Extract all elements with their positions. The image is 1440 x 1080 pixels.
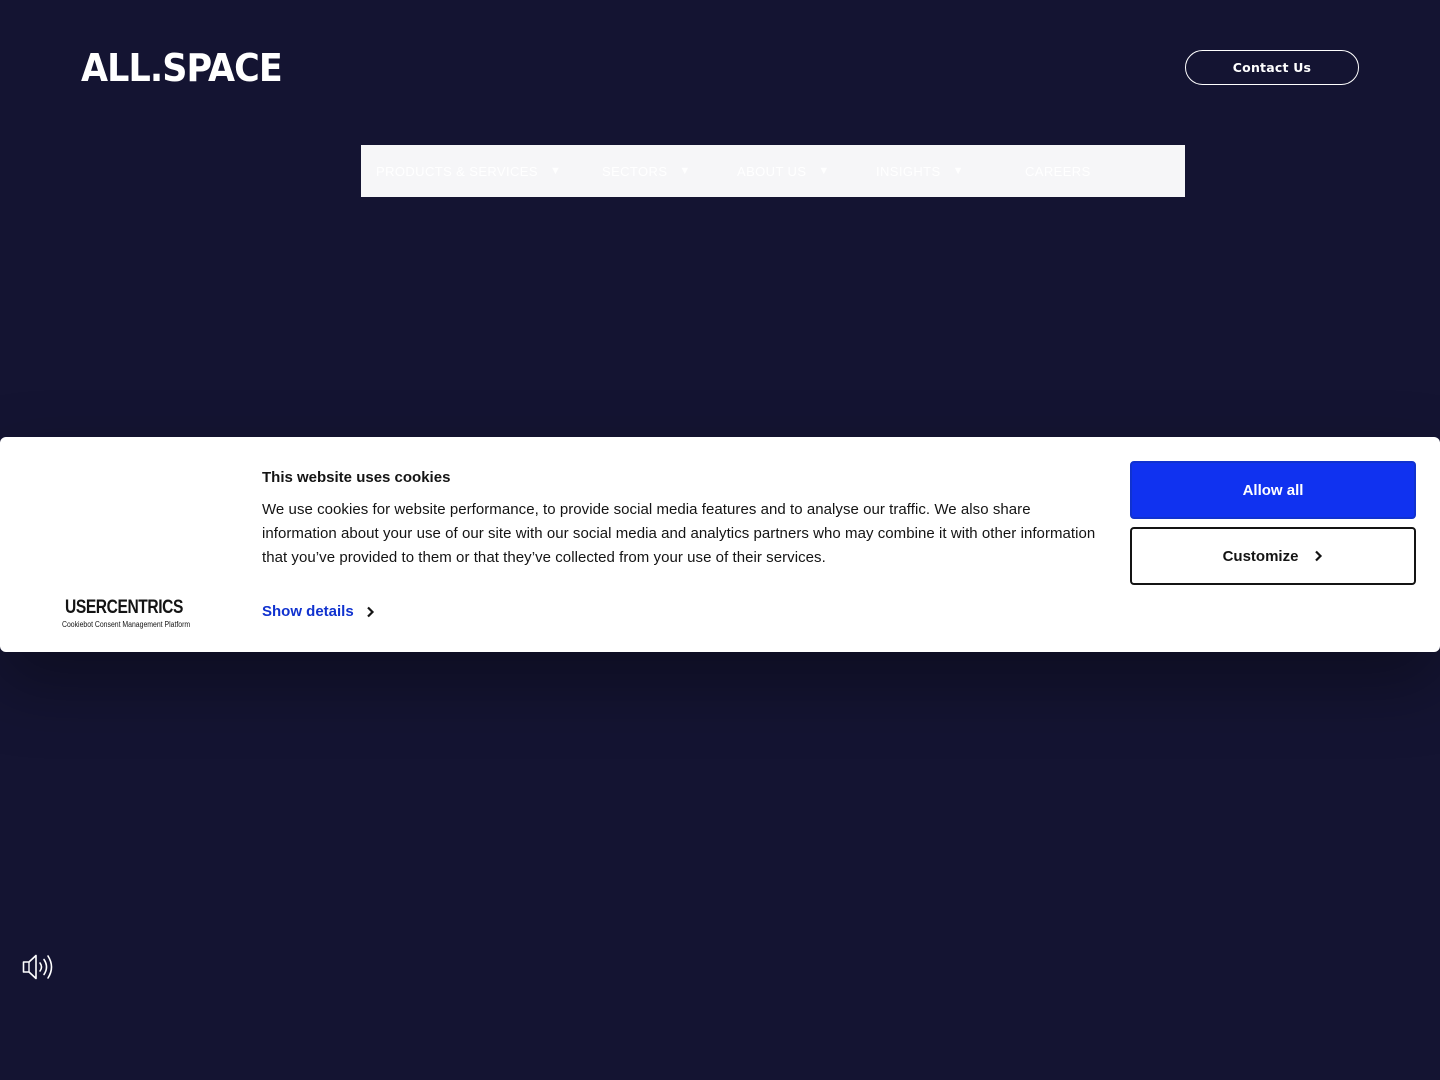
logo-text: ALL.SPACE — [81, 46, 283, 90]
usercentrics-wordmark: USERCENTRICS — [65, 597, 184, 618]
logo[interactable]: ALL.SPACE — [81, 46, 283, 90]
allow-all-button[interactable]: Allow all — [1130, 461, 1416, 519]
main-nav: PRODUCTS & SERVICES ▼ SECTORS ▼ ABOUT US… — [361, 145, 1185, 197]
show-details-link[interactable]: Show details — [262, 603, 375, 620]
chevron-right-icon — [1315, 550, 1323, 562]
nav-item-careers[interactable]: CAREERS — [1025, 145, 1091, 197]
caret-down-icon: ▼ — [679, 165, 691, 177]
nav-item-products-services[interactable]: PRODUCTS & SERVICES ▼ — [376, 145, 561, 197]
cookie-title: This website uses cookies — [262, 469, 451, 486]
nav-item-insights[interactable]: INSIGHTS ▼ — [876, 145, 964, 197]
speaker-icon[interactable] — [22, 952, 56, 982]
caret-down-icon: ▼ — [952, 165, 964, 177]
nav-item-sectors[interactable]: SECTORS ▼ — [602, 145, 691, 197]
show-details-label: Show details — [262, 603, 354, 620]
allow-all-label: Allow all — [1242, 481, 1304, 499]
usercentrics-subtitle: Cookiebot Consent Management Platform — [62, 620, 191, 629]
cookie-description: We use cookies for website performance, … — [262, 501, 1096, 566]
caret-down-icon: ▼ — [818, 165, 830, 177]
nav-item-label: ABOUT US — [737, 163, 807, 179]
chevron-right-icon — [366, 606, 374, 617]
nav-item-about-us[interactable]: ABOUT US ▼ — [737, 145, 830, 197]
nav-item-label: CAREERS — [1025, 163, 1091, 179]
contact-us-button[interactable]: Contact Us — [1185, 50, 1359, 85]
customize-button[interactable]: Customize — [1130, 527, 1416, 585]
customize-label: Customize — [1222, 547, 1299, 565]
usercentrics-logo[interactable]: USERCENTRICS Cookiebot Consent Managemen… — [62, 598, 198, 630]
nav-item-label: PRODUCTS & SERVICES — [376, 163, 538, 179]
nav-item-label: SECTORS — [602, 163, 668, 179]
nav-item-label: INSIGHTS — [876, 163, 941, 179]
caret-down-icon: ▼ — [549, 165, 562, 177]
